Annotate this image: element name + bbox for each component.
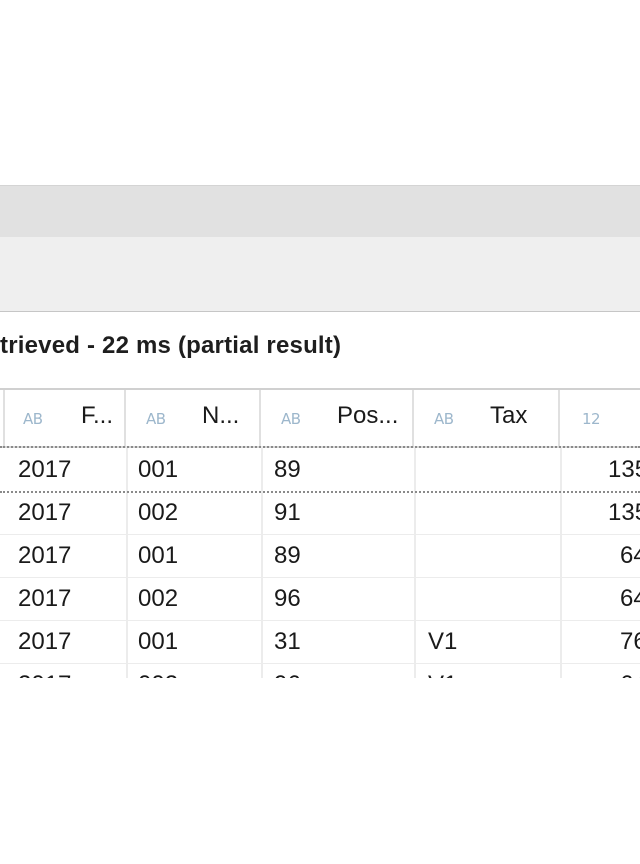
column-header-tax[interactable]: AB Tax [414, 390, 560, 446]
table-cell[interactable]: 2017 [18, 534, 71, 577]
table-cell[interactable]: 96 [274, 663, 301, 678]
table-cell[interactable]: 001 [138, 620, 178, 663]
table-cell[interactable]: 002 [138, 491, 178, 534]
table-cell[interactable]: 64 [620, 663, 640, 678]
table-cell[interactable]: 001 [138, 534, 178, 577]
text-type-icon: AB [281, 410, 301, 428]
text-type-icon: AB [434, 410, 454, 428]
table-cell[interactable]: 2017 [18, 491, 71, 534]
table-cell[interactable]: 2017 [18, 448, 71, 491]
table-row[interactable]: 2017 002 96 V1 64 [0, 663, 640, 678]
table-cell[interactable]: 89 [274, 448, 301, 491]
table-cell[interactable]: 96 [274, 577, 301, 620]
table-cell[interactable]: 001 [138, 448, 178, 491]
grid-header-row: AB F... AB N... AB Pos... AB Tax 12 [0, 390, 640, 448]
column-header-amount[interactable]: 12 [560, 390, 640, 446]
results-toolbar [0, 237, 640, 313]
table-cell[interactable]: 89 [274, 534, 301, 577]
column-header-label: N... [202, 402, 240, 429]
column-header-label: F... [81, 402, 114, 429]
table-row[interactable]: 2017 002 91 135 [0, 491, 640, 535]
query-status-bar: trieved - 22 ms (partial result) [0, 312, 640, 390]
table-row-selected[interactable]: 2017 001 89 135 [0, 446, 640, 493]
table-cell[interactable]: V1 [428, 663, 457, 678]
table-row[interactable]: 2017 002 96 64 [0, 577, 640, 621]
column-header-label: Tax [490, 402, 528, 429]
table-row[interactable]: 2017 001 89 64 [0, 534, 640, 578]
column-header-label: Pos... [337, 402, 399, 429]
text-type-icon: AB [23, 410, 43, 428]
column-header-pos[interactable]: AB Pos... [261, 390, 414, 446]
table-cell[interactable]: 002 [138, 577, 178, 620]
table-cell[interactable]: 64 [620, 534, 640, 577]
table-cell[interactable]: 31 [274, 620, 301, 663]
table-cell[interactable]: 2017 [18, 663, 71, 678]
column-header-n[interactable]: AB N... [126, 390, 261, 446]
table-row[interactable]: 2017 001 31 V1 76 [0, 620, 640, 664]
table-cell[interactable]: 002 [138, 663, 178, 678]
table-cell[interactable]: 135 [608, 491, 640, 534]
query-status-text: trieved - 22 ms (partial result) [0, 332, 342, 359]
table-cell[interactable]: 91 [274, 491, 301, 534]
table-cell[interactable]: V1 [428, 620, 457, 663]
text-type-icon: AB [146, 410, 166, 428]
table-cell[interactable]: 2017 [18, 620, 71, 663]
table-cell[interactable]: 64 [620, 577, 640, 620]
table-cell[interactable]: 76 [620, 620, 640, 663]
editor-tab-strip [0, 185, 640, 238]
table-cell[interactable]: 2017 [18, 577, 71, 620]
table-cell[interactable]: 135 [608, 448, 640, 491]
column-header-f[interactable]: AB F... [5, 390, 126, 446]
number-type-icon: 12 [582, 410, 601, 428]
results-grid[interactable]: AB F... AB N... AB Pos... AB Tax 12 2017… [0, 390, 640, 678]
